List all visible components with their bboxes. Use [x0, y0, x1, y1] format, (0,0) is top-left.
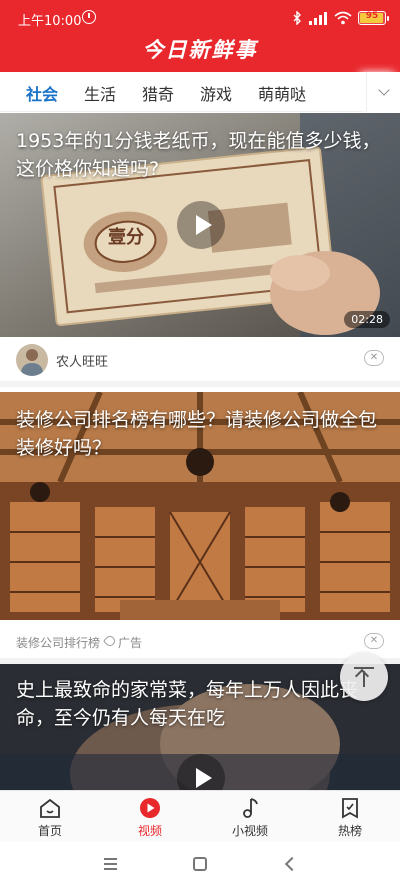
- chevron-down-icon: [377, 84, 390, 96]
- app-header: 上午10:00 95 今日新鲜事: [0, 0, 400, 72]
- home-square-icon[interactable]: [193, 857, 207, 871]
- status-bar: 上午10:00 95: [0, 0, 400, 36]
- close-icon[interactable]: ✕: [364, 350, 384, 366]
- play-icon[interactable]: [177, 201, 225, 249]
- home-icon: [40, 798, 60, 818]
- video-title[interactable]: 1953年的1分钱老纸币，现在能值多少钱，这价格你知道吗?: [16, 127, 384, 183]
- battery-icon: 95: [358, 11, 389, 25]
- nav-short-video[interactable]: 小视频: [200, 791, 300, 843]
- ad-source[interactable]: 装修公司排行榜: [16, 634, 100, 651]
- hot-list-icon: [342, 798, 358, 819]
- video-duration: 02:28: [344, 311, 390, 328]
- nav-video[interactable]: 视频: [100, 791, 200, 843]
- music-note-icon: [243, 798, 258, 818]
- nav-home-label: 首页: [37, 824, 62, 838]
- tab-cute[interactable]: 萌萌哒: [258, 81, 306, 105]
- status-time: 上午10:00: [18, 14, 82, 29]
- banknote-label: 壹分: [108, 227, 144, 248]
- nav-hot-list-label: 热榜: [337, 824, 362, 838]
- scroll-to-top-button[interactable]: [340, 653, 388, 701]
- divider: [0, 381, 400, 387]
- ad-tag-icon: [102, 633, 118, 649]
- back-icon[interactable]: [284, 856, 300, 872]
- close-icon[interactable]: ✕: [364, 633, 384, 649]
- ad-title[interactable]: 装修公司排名榜有哪些？请装修公司做全包装修好吗？: [16, 406, 384, 462]
- category-tabs: 社会 生活 猎奇 游戏 萌萌哒: [0, 72, 400, 112]
- bottom-nav: 首页 视频 小视频 热榜: [0, 790, 400, 842]
- status-icons: 95: [292, 9, 389, 27]
- tab-curiosity[interactable]: 猎奇: [142, 81, 174, 105]
- author-name[interactable]: 农人旺旺: [56, 351, 108, 370]
- app-title: 今日新鲜事: [142, 38, 258, 62]
- tab-games[interactable]: 游戏: [200, 81, 232, 105]
- nav-video-label: 视频: [137, 824, 162, 838]
- system-nav-bar: [0, 842, 400, 888]
- nav-home[interactable]: 首页: [0, 791, 100, 843]
- ad-meta-row: 装修公司排行榜 广告 ✕: [0, 620, 400, 660]
- more-tabs-button[interactable]: [366, 72, 400, 112]
- wifi-icon: [334, 11, 352, 25]
- avatar[interactable]: [16, 344, 48, 376]
- ad-label: 广告: [118, 636, 143, 650]
- nav-hot-list[interactable]: 热榜: [300, 791, 400, 843]
- signal-icon: [308, 11, 328, 25]
- ad-image[interactable]: 装修公司排名榜有哪些？请装修公司做全包装修好吗？: [0, 392, 400, 620]
- video-thumbnail[interactable]: 壹分 1953年的1分钱老纸币，现在能值多少钱，这价格你知道吗? 02:28: [0, 113, 400, 337]
- battery-percent: 95: [365, 11, 379, 21]
- tab-life[interactable]: 生活: [84, 81, 116, 105]
- video-title[interactable]: 史上最致命的家常菜，每年上万人因此丧命，至今仍有人每天在吃: [16, 676, 384, 732]
- bluetooth-icon: [292, 11, 302, 25]
- arrow-up-icon: [354, 668, 370, 684]
- menu-icon[interactable]: [104, 858, 117, 870]
- video-meta-row: 农人旺旺 ✕: [0, 337, 400, 381]
- tab-society[interactable]: 社会: [26, 81, 58, 105]
- alarm-icon: [82, 10, 96, 24]
- nav-short-video-label: 小视频: [231, 824, 268, 838]
- video-icon: [140, 798, 160, 818]
